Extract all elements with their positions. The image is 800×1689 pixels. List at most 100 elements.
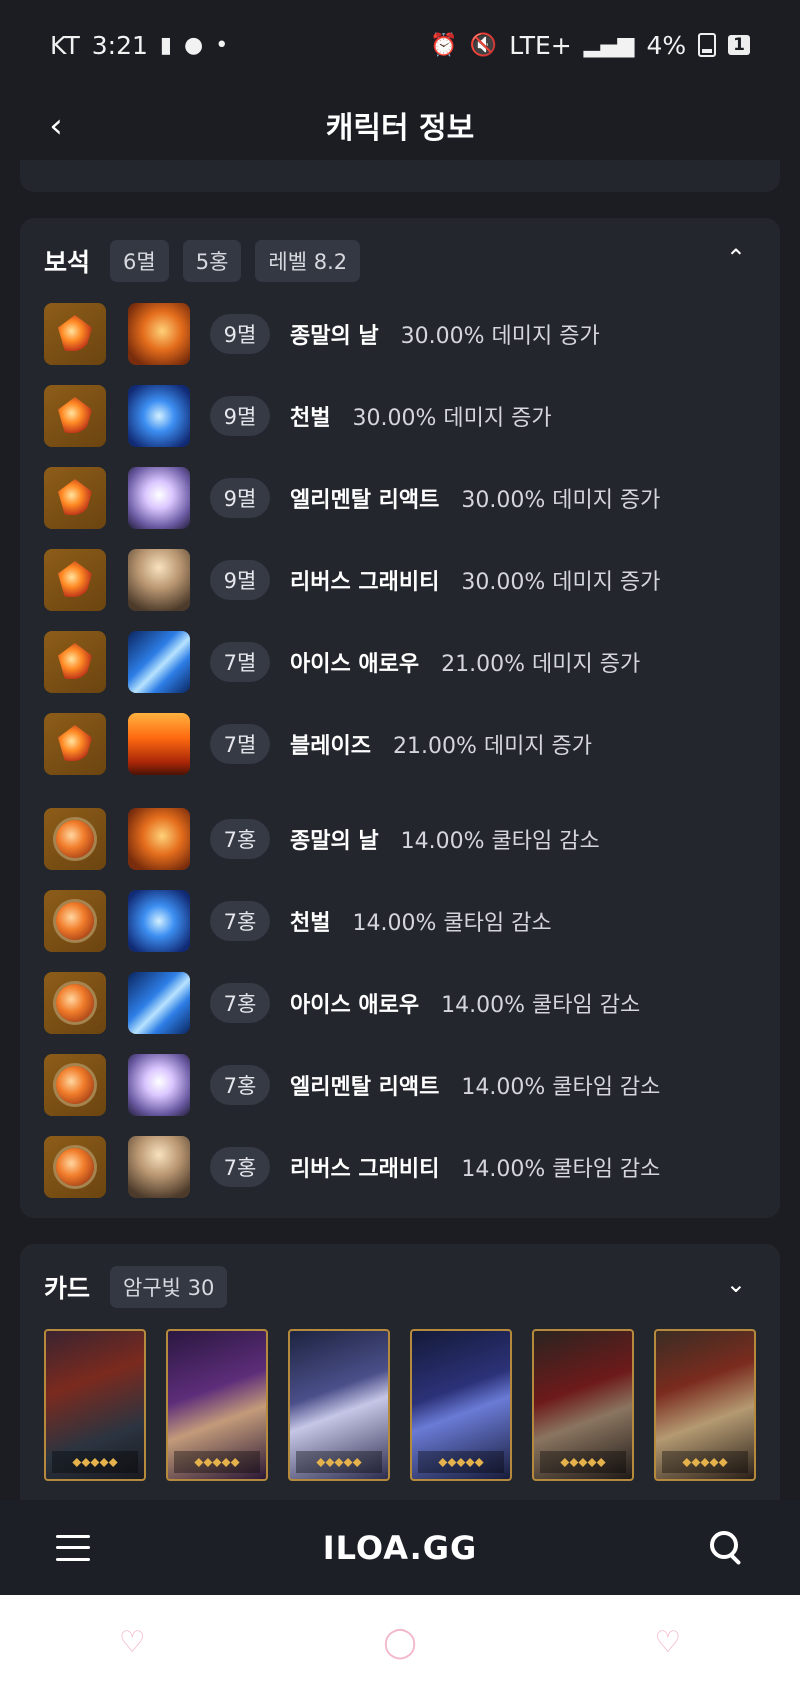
skill-name: 리버스 그래비티 [290, 1157, 440, 1182]
skill-name: 블레이즈 [290, 734, 371, 759]
dot-icon: • [215, 32, 229, 58]
card-skull-lord[interactable]: ⬥⬥⬥⬥⬥ [654, 1329, 756, 1481]
gem-effect: 30.00% 데미지 증가 [352, 406, 552, 431]
skill-name: 엘리멘탈 리액트 [290, 1075, 440, 1100]
menu-icon[interactable] [56, 1534, 90, 1561]
card-list: ⬥⬥⬥⬥⬥ ⬥⬥⬥⬥⬥ ⬥⬥⬥⬥⬥ ⬥⬥⬥⬥⬥ ⬥⬥⬥⬥⬥ ⬥⬥⬥⬥⬥ [44, 1329, 756, 1481]
cooldown-gem-icon [44, 972, 106, 1034]
gem-row[interactable]: 7홍 종말의 날 14.00% 쿨타임 감소 [44, 808, 600, 870]
clock: 3:21 [91, 30, 148, 60]
gem-effect: 30.00% 데미지 증가 [461, 570, 661, 595]
ice-arrow-icon [128, 631, 190, 693]
card-dark-queen[interactable]: ⬥⬥⬥⬥⬥ [166, 1329, 268, 1481]
alarm-icon: ⏰ [430, 32, 458, 58]
card-set-chip: 암구빛 30 [110, 1266, 228, 1308]
gem-row[interactable]: 7멸 블레이즈 21.00% 데미지 증가 [44, 713, 592, 775]
gem-level-pill: 7홍 [210, 819, 270, 859]
status-left: KT 3:21 ▮ ● • [50, 31, 228, 60]
punishment-icon [128, 385, 190, 447]
awakening-gems: ⬥⬥⬥⬥⬥ [296, 1451, 382, 1473]
battery-icon [698, 33, 717, 57]
card-panel-header[interactable]: 카드 암구빛 30 ⌄ [44, 1266, 756, 1308]
collapse-chevron-up-icon[interactable]: ⌃ [726, 244, 746, 272]
gem-level-pill: 7홍 [210, 901, 270, 941]
gem-panel-title: 보석 [44, 248, 91, 277]
gem-row[interactable]: 7멸 아이스 애로우 21.00% 데미지 증가 [44, 631, 640, 693]
damage-gem-icon [44, 385, 106, 447]
heart-icon[interactable]: ♡ [654, 1625, 681, 1660]
gem-row[interactable]: 7홍 리버스 그래비티 14.00% 쿨타임 감소 [44, 1136, 660, 1198]
card-abyss-knight[interactable]: ⬥⬥⬥⬥⬥ [410, 1329, 512, 1481]
gem-level-pill: 7홍 [210, 983, 270, 1023]
gem-summary-chip: 레벨 8.2 [255, 240, 361, 282]
card-jester-wheel[interactable]: ⬥⬥⬥⬥⬥ [532, 1329, 634, 1481]
status-right: ⏰ 🔇 LTE+ ▂▄▆ 4% 1 [430, 31, 750, 60]
heart-icon[interactable]: ♡ [119, 1625, 146, 1660]
skill-name: 종말의 날 [290, 829, 379, 854]
punishment-icon [128, 890, 190, 952]
reverse-gravity-icon [128, 1136, 190, 1198]
awakening-gems: ⬥⬥⬥⬥⬥ [418, 1451, 504, 1473]
ice-arrow-icon [128, 972, 190, 1034]
gem-panel: 보석 6멸 5홍 레벨 8.2 ⌃ 9멸 종말의 날 30.00% 데미지 증가… [20, 218, 780, 1218]
search-icon[interactable] [709, 1530, 744, 1565]
card-shadow-witch[interactable]: ⬥⬥⬥⬥⬥ [288, 1329, 390, 1481]
card-panel-title: 카드 [44, 1274, 91, 1303]
gem-row[interactable]: 9멸 엘리멘탈 리액트 30.00% 데미지 증가 [44, 467, 660, 529]
card-demon-dragon[interactable]: ⬥⬥⬥⬥⬥ [44, 1329, 146, 1481]
awakening-gems: ⬥⬥⬥⬥⬥ [52, 1451, 138, 1473]
skill-name: 아이스 애로우 [290, 652, 420, 677]
site-logo[interactable]: ILOA.GG [323, 1529, 478, 1567]
awakening-gems: ⬥⬥⬥⬥⬥ [174, 1451, 260, 1473]
skill-name: 아이스 애로우 [290, 993, 420, 1018]
gem-level-pill: 9멸 [210, 314, 270, 354]
gem-effect: 30.00% 데미지 증가 [461, 488, 661, 513]
battery-percent: 4% [646, 30, 687, 60]
skill-name: 천벌 [290, 911, 331, 936]
gem-level-pill: 7멸 [210, 642, 270, 682]
gem-level-pill: 9멸 [210, 560, 270, 600]
elemental-react-icon [128, 467, 190, 529]
gem-level-pill: 7홍 [210, 1147, 270, 1187]
system-nav-bar: ♡ ◯ ♡ [0, 1595, 800, 1689]
gem-panel-header[interactable]: 보석 6멸 5홍 레벨 8.2 ⌃ [44, 240, 756, 282]
cooldown-gem-icon [44, 1136, 106, 1198]
elemental-react-icon [128, 1054, 190, 1116]
damage-gem-icon [44, 303, 106, 365]
damage-gem-icon [44, 549, 106, 611]
doomsday-icon [128, 808, 190, 870]
gem-level-pill: 7멸 [210, 724, 270, 764]
gem-effect: 21.00% 데미지 증가 [441, 652, 641, 677]
gem-effect: 21.00% 데미지 증가 [392, 734, 593, 759]
damage-gem-icon [44, 631, 106, 693]
network-label: LTE+ [509, 30, 572, 60]
expand-chevron-down-icon[interactable]: ⌄ [726, 1270, 746, 1298]
skill-name: 리버스 그래비티 [290, 570, 440, 595]
cooldown-gem-icon [44, 1054, 106, 1116]
damage-gem-icon [44, 713, 106, 775]
awakening-gems: ⬥⬥⬥⬥⬥ [540, 1451, 626, 1473]
skill-name: 종말의 날 [290, 324, 379, 349]
mute-icon: 🔇 [469, 32, 498, 58]
cooldown-gem-icon [44, 808, 106, 870]
gem-summary-chip: 6멸 [110, 240, 169, 282]
gem-row[interactable]: 7홍 천벌 14.00% 쿨타임 감소 [44, 890, 552, 952]
damage-gem-icon [44, 467, 106, 529]
gem-row[interactable]: 9멸 종말의 날 30.00% 데미지 증가 [44, 303, 600, 365]
gem-effect: 14.00% 쿨타임 감소 [400, 829, 600, 854]
gem-effect: 14.00% 쿨타임 감소 [461, 1075, 661, 1100]
gem-row[interactable]: 9멸 천벌 30.00% 데미지 증가 [44, 385, 552, 447]
chat-icon: ▮ [159, 32, 172, 58]
status-bar: KT 3:21 ▮ ● • ⏰ 🔇 LTE+ ▂▄▆ 4% 1 [0, 0, 800, 90]
bear-face-icon[interactable]: ◯ [383, 1625, 417, 1660]
gem-row[interactable]: 7홍 아이스 애로우 14.00% 쿨타임 감소 [44, 972, 640, 1034]
skill-name: 엘리멘탈 리액트 [290, 488, 440, 513]
back-button[interactable]: ‹ [36, 106, 76, 146]
cloud-icon: ● [183, 32, 204, 58]
gem-row[interactable]: 9멸 리버스 그래비티 30.00% 데미지 증가 [44, 549, 660, 611]
gem-row[interactable]: 7홍 엘리멘탈 리액트 14.00% 쿨타임 감소 [44, 1054, 660, 1116]
reverse-gravity-icon [128, 549, 190, 611]
gem-effect: 14.00% 쿨타임 감소 [461, 1157, 661, 1182]
bottom-nav: ILOA.GG [0, 1500, 800, 1595]
gem-effect: 14.00% 쿨타임 감소 [441, 993, 641, 1018]
